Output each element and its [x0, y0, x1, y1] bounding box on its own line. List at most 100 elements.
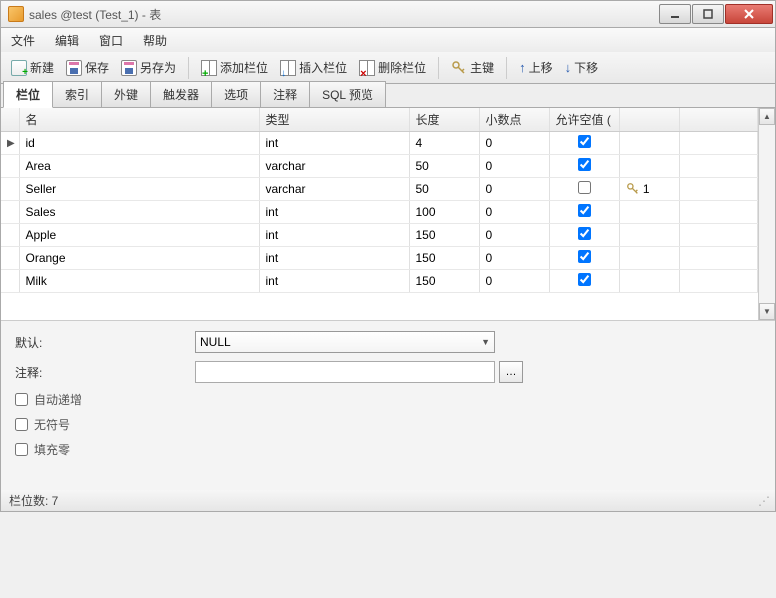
- cell-key[interactable]: [619, 201, 679, 224]
- comment-more-button[interactable]: …: [499, 361, 523, 383]
- tab-sql[interactable]: SQL 预览: [309, 81, 386, 107]
- cell-name[interactable]: Apple: [19, 224, 259, 247]
- cell-type[interactable]: varchar: [259, 155, 409, 178]
- cell-key[interactable]: [619, 224, 679, 247]
- cell-decimal[interactable]: 0: [479, 224, 549, 247]
- cell-key[interactable]: 1: [619, 178, 679, 201]
- resize-grip-icon[interactable]: ⋰: [758, 494, 767, 508]
- zerofill-checkbox[interactable]: [15, 443, 28, 456]
- column-header-type[interactable]: 类型: [259, 108, 409, 132]
- cell-nullable[interactable]: [549, 155, 619, 178]
- scroll-down-button[interactable]: ▼: [759, 303, 775, 320]
- tab-cols[interactable]: 栏位: [3, 81, 53, 108]
- cell-nullable[interactable]: [549, 224, 619, 247]
- columns-grid[interactable]: 名 类型 长度 小数点 允许空值 ( ▶idint40Areavarchar50…: [1, 108, 758, 320]
- column-header-decimal[interactable]: 小数点: [479, 108, 549, 132]
- delcol-button[interactable]: 删除栏位: [355, 57, 430, 78]
- table-row[interactable]: Milkint1500: [1, 270, 758, 293]
- cell-decimal[interactable]: 0: [479, 247, 549, 270]
- close-button[interactable]: [725, 4, 773, 24]
- nullable-checkbox[interactable]: [578, 250, 591, 263]
- cell-name[interactable]: id: [19, 132, 259, 155]
- cell-key[interactable]: [619, 155, 679, 178]
- vertical-scrollbar[interactable]: ▲ ▼: [758, 108, 775, 320]
- cell-length[interactable]: 150: [409, 247, 479, 270]
- nullable-checkbox[interactable]: [578, 227, 591, 240]
- scroll-up-button[interactable]: ▲: [759, 108, 775, 125]
- comment-input[interactable]: [195, 361, 495, 383]
- cell-nullable[interactable]: [549, 132, 619, 155]
- cell-name[interactable]: Seller: [19, 178, 259, 201]
- save-button[interactable]: 保存: [62, 57, 113, 78]
- cell-name[interactable]: Orange: [19, 247, 259, 270]
- table-row[interactable]: ▶idint40: [1, 132, 758, 155]
- tab-index[interactable]: 索引: [52, 81, 102, 107]
- column-header-nullable[interactable]: 允许空值 (: [549, 108, 619, 132]
- cell-key[interactable]: [619, 132, 679, 155]
- cell-type[interactable]: int: [259, 247, 409, 270]
- column-header-name[interactable]: 名: [19, 108, 259, 132]
- cell-type[interactable]: int: [259, 132, 409, 155]
- window-title: sales @test (Test_1) - 表: [29, 6, 658, 23]
- cell-decimal[interactable]: 0: [479, 201, 549, 224]
- cell-nullable[interactable]: [549, 178, 619, 201]
- cell-length[interactable]: 150: [409, 224, 479, 247]
- menu-edit[interactable]: 编辑: [55, 32, 79, 49]
- menu-window[interactable]: 窗口: [99, 32, 123, 49]
- cell-name[interactable]: Area: [19, 155, 259, 178]
- cell-nullable[interactable]: [549, 270, 619, 293]
- minimize-button[interactable]: [659, 4, 691, 24]
- cell-key[interactable]: [619, 247, 679, 270]
- table-row[interactable]: Salesint1000: [1, 201, 758, 224]
- cell-length[interactable]: 150: [409, 270, 479, 293]
- autoinc-checkbox[interactable]: [15, 393, 28, 406]
- cell-decimal[interactable]: 0: [479, 132, 549, 155]
- key-icon: [451, 60, 467, 76]
- column-header-length[interactable]: 长度: [409, 108, 479, 132]
- unsigned-checkbox[interactable]: [15, 418, 28, 431]
- status-bar: 栏位数: 7 ⋰: [0, 490, 776, 512]
- tab-comment[interactable]: 注释: [260, 81, 310, 107]
- cell-length[interactable]: 50: [409, 155, 479, 178]
- tab-fkey[interactable]: 外键: [101, 81, 151, 107]
- cell-decimal[interactable]: 0: [479, 178, 549, 201]
- cell-decimal[interactable]: 0: [479, 270, 549, 293]
- cell-nullable[interactable]: [549, 201, 619, 224]
- table-row[interactable]: Orangeint1500: [1, 247, 758, 270]
- addcol-button[interactable]: 添加栏位: [197, 57, 272, 78]
- cell-length[interactable]: 4: [409, 132, 479, 155]
- table-row[interactable]: Appleint1500: [1, 224, 758, 247]
- moveup-button[interactable]: ↑上移: [515, 57, 557, 78]
- menu-help[interactable]: 帮助: [143, 32, 167, 49]
- cell-name[interactable]: Milk: [19, 270, 259, 293]
- table-row[interactable]: Sellervarchar500 1: [1, 178, 758, 201]
- new-button[interactable]: 新建: [7, 57, 58, 78]
- nullable-checkbox[interactable]: [578, 135, 591, 148]
- saveas-button[interactable]: 另存为: [117, 57, 180, 78]
- default-select[interactable]: NULL ▼: [195, 331, 495, 353]
- nullable-checkbox[interactable]: [578, 181, 591, 194]
- menu-file[interactable]: 文件: [11, 32, 35, 49]
- nullable-checkbox[interactable]: [578, 273, 591, 286]
- cell-type[interactable]: int: [259, 224, 409, 247]
- tab-trigger[interactable]: 触发器: [150, 81, 212, 107]
- scroll-track[interactable]: [759, 125, 775, 303]
- maximize-button[interactable]: [692, 4, 724, 24]
- cell-type[interactable]: int: [259, 201, 409, 224]
- nullable-checkbox[interactable]: [578, 204, 591, 217]
- pkey-button[interactable]: 主键: [447, 57, 498, 78]
- cell-name[interactable]: Sales: [19, 201, 259, 224]
- inscol-button[interactable]: 插入栏位: [276, 57, 351, 78]
- cell-nullable[interactable]: [549, 247, 619, 270]
- tab-options[interactable]: 选项: [211, 81, 261, 107]
- nullable-checkbox[interactable]: [578, 158, 591, 171]
- cell-decimal[interactable]: 0: [479, 155, 549, 178]
- cell-type[interactable]: int: [259, 270, 409, 293]
- table-row[interactable]: Areavarchar500: [1, 155, 758, 178]
- cell-type[interactable]: varchar: [259, 178, 409, 201]
- cell-length[interactable]: 100: [409, 201, 479, 224]
- cell-key[interactable]: [619, 270, 679, 293]
- cell-length[interactable]: 50: [409, 178, 479, 201]
- movedown-button[interactable]: ↓下移: [561, 57, 603, 78]
- up-icon: ↑: [519, 60, 526, 75]
